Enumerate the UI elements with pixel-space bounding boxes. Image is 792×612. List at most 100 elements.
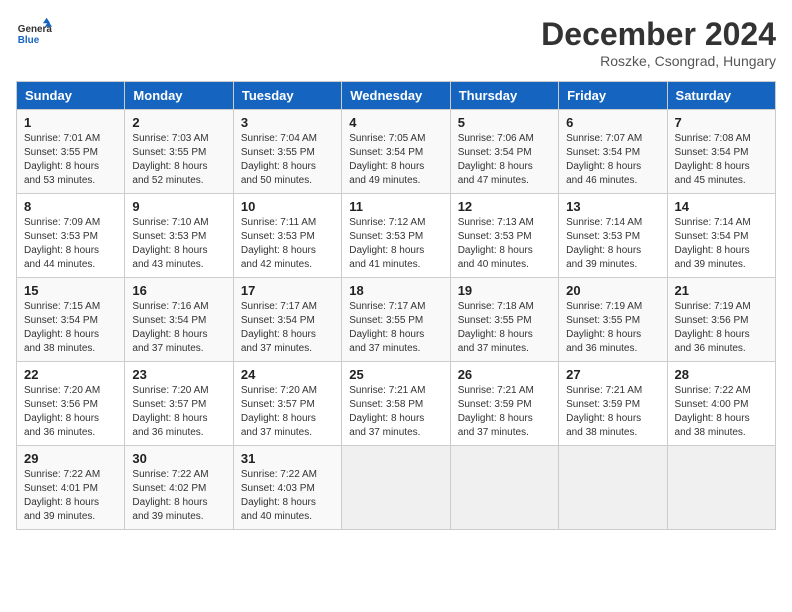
day-number: 24 bbox=[241, 367, 334, 382]
weekday-header-saturday: Saturday bbox=[667, 82, 775, 110]
day-number: 5 bbox=[458, 115, 551, 130]
calendar-cell: 3 Sunrise: 7:04 AMSunset: 3:55 PMDayligh… bbox=[233, 110, 341, 194]
weekday-header-thursday: Thursday bbox=[450, 82, 558, 110]
calendar-cell: 15 Sunrise: 7:15 AMSunset: 3:54 PMDaylig… bbox=[17, 278, 125, 362]
calendar-cell: 1 Sunrise: 7:01 AMSunset: 3:55 PMDayligh… bbox=[17, 110, 125, 194]
calendar-week-3: 15 Sunrise: 7:15 AMSunset: 3:54 PMDaylig… bbox=[17, 278, 776, 362]
cell-info: Sunrise: 7:17 AMSunset: 3:54 PMDaylight:… bbox=[241, 301, 317, 354]
day-number: 14 bbox=[675, 199, 768, 214]
cell-info: Sunrise: 7:22 AMSunset: 4:02 PMDaylight:… bbox=[132, 469, 208, 522]
calendar-cell: 29 Sunrise: 7:22 AMSunset: 4:01 PMDaylig… bbox=[17, 446, 125, 530]
calendar-cell: 11 Sunrise: 7:12 AMSunset: 3:53 PMDaylig… bbox=[342, 194, 450, 278]
calendar-cell: 20 Sunrise: 7:19 AMSunset: 3:55 PMDaylig… bbox=[559, 278, 667, 362]
calendar-cell: 8 Sunrise: 7:09 AMSunset: 3:53 PMDayligh… bbox=[17, 194, 125, 278]
calendar-cell: 21 Sunrise: 7:19 AMSunset: 3:56 PMDaylig… bbox=[667, 278, 775, 362]
page-header: General Blue December 2024 Roszke, Csong… bbox=[16, 16, 776, 69]
day-number: 30 bbox=[132, 451, 225, 466]
calendar-week-4: 22 Sunrise: 7:20 AMSunset: 3:56 PMDaylig… bbox=[17, 362, 776, 446]
cell-info: Sunrise: 7:18 AMSunset: 3:55 PMDaylight:… bbox=[458, 301, 534, 354]
weekday-header-tuesday: Tuesday bbox=[233, 82, 341, 110]
day-number: 9 bbox=[132, 199, 225, 214]
calendar-week-2: 8 Sunrise: 7:09 AMSunset: 3:53 PMDayligh… bbox=[17, 194, 776, 278]
calendar-cell: 24 Sunrise: 7:20 AMSunset: 3:57 PMDaylig… bbox=[233, 362, 341, 446]
day-number: 6 bbox=[566, 115, 659, 130]
calendar-week-5: 29 Sunrise: 7:22 AMSunset: 4:01 PMDaylig… bbox=[17, 446, 776, 530]
cell-info: Sunrise: 7:22 AMSunset: 4:00 PMDaylight:… bbox=[675, 385, 751, 438]
calendar-cell: 4 Sunrise: 7:05 AMSunset: 3:54 PMDayligh… bbox=[342, 110, 450, 194]
day-number: 20 bbox=[566, 283, 659, 298]
day-number: 18 bbox=[349, 283, 442, 298]
cell-info: Sunrise: 7:22 AMSunset: 4:03 PMDaylight:… bbox=[241, 469, 317, 522]
day-number: 25 bbox=[349, 367, 442, 382]
month-title: December 2024 bbox=[541, 16, 776, 53]
day-number: 27 bbox=[566, 367, 659, 382]
calendar-cell bbox=[559, 446, 667, 530]
day-number: 3 bbox=[241, 115, 334, 130]
cell-info: Sunrise: 7:11 AMSunset: 3:53 PMDaylight:… bbox=[241, 217, 316, 270]
day-number: 19 bbox=[458, 283, 551, 298]
cell-info: Sunrise: 7:21 AMSunset: 3:59 PMDaylight:… bbox=[566, 385, 642, 438]
calendar-cell: 6 Sunrise: 7:07 AMSunset: 3:54 PMDayligh… bbox=[559, 110, 667, 194]
logo: General Blue bbox=[16, 16, 52, 52]
cell-info: Sunrise: 7:08 AMSunset: 3:54 PMDaylight:… bbox=[675, 133, 751, 186]
cell-info: Sunrise: 7:21 AMSunset: 3:58 PMDaylight:… bbox=[349, 385, 425, 438]
day-number: 22 bbox=[24, 367, 117, 382]
day-number: 12 bbox=[458, 199, 551, 214]
cell-info: Sunrise: 7:17 AMSunset: 3:55 PMDaylight:… bbox=[349, 301, 425, 354]
calendar-cell: 17 Sunrise: 7:17 AMSunset: 3:54 PMDaylig… bbox=[233, 278, 341, 362]
cell-info: Sunrise: 7:06 AMSunset: 3:54 PMDaylight:… bbox=[458, 133, 534, 186]
day-number: 31 bbox=[241, 451, 334, 466]
day-number: 21 bbox=[675, 283, 768, 298]
cell-info: Sunrise: 7:21 AMSunset: 3:59 PMDaylight:… bbox=[458, 385, 534, 438]
weekday-header-row: SundayMondayTuesdayWednesdayThursdayFrid… bbox=[17, 82, 776, 110]
day-number: 1 bbox=[24, 115, 117, 130]
calendar-cell: 31 Sunrise: 7:22 AMSunset: 4:03 PMDaylig… bbox=[233, 446, 341, 530]
calendar-cell: 5 Sunrise: 7:06 AMSunset: 3:54 PMDayligh… bbox=[450, 110, 558, 194]
calendar-cell: 13 Sunrise: 7:14 AMSunset: 3:53 PMDaylig… bbox=[559, 194, 667, 278]
calendar-cell: 23 Sunrise: 7:20 AMSunset: 3:57 PMDaylig… bbox=[125, 362, 233, 446]
cell-info: Sunrise: 7:03 AMSunset: 3:55 PMDaylight:… bbox=[132, 133, 208, 186]
cell-info: Sunrise: 7:22 AMSunset: 4:01 PMDaylight:… bbox=[24, 469, 100, 522]
location: Roszke, Csongrad, Hungary bbox=[541, 53, 776, 69]
calendar-cell bbox=[450, 446, 558, 530]
cell-info: Sunrise: 7:19 AMSunset: 3:56 PMDaylight:… bbox=[675, 301, 751, 354]
calendar-cell: 25 Sunrise: 7:21 AMSunset: 3:58 PMDaylig… bbox=[342, 362, 450, 446]
calendar-cell bbox=[342, 446, 450, 530]
cell-info: Sunrise: 7:07 AMSunset: 3:54 PMDaylight:… bbox=[566, 133, 642, 186]
calendar-cell bbox=[667, 446, 775, 530]
day-number: 8 bbox=[24, 199, 117, 214]
calendar-cell: 16 Sunrise: 7:16 AMSunset: 3:54 PMDaylig… bbox=[125, 278, 233, 362]
weekday-header-wednesday: Wednesday bbox=[342, 82, 450, 110]
cell-info: Sunrise: 7:12 AMSunset: 3:53 PMDaylight:… bbox=[349, 217, 425, 270]
cell-info: Sunrise: 7:04 AMSunset: 3:55 PMDaylight:… bbox=[241, 133, 317, 186]
cell-info: Sunrise: 7:20 AMSunset: 3:57 PMDaylight:… bbox=[132, 385, 208, 438]
day-number: 15 bbox=[24, 283, 117, 298]
cell-info: Sunrise: 7:09 AMSunset: 3:53 PMDaylight:… bbox=[24, 217, 100, 270]
cell-info: Sunrise: 7:15 AMSunset: 3:54 PMDaylight:… bbox=[24, 301, 100, 354]
cell-info: Sunrise: 7:14 AMSunset: 3:53 PMDaylight:… bbox=[566, 217, 642, 270]
cell-info: Sunrise: 7:13 AMSunset: 3:53 PMDaylight:… bbox=[458, 217, 534, 270]
calendar-cell: 7 Sunrise: 7:08 AMSunset: 3:54 PMDayligh… bbox=[667, 110, 775, 194]
svg-text:Blue: Blue bbox=[18, 35, 40, 46]
day-number: 4 bbox=[349, 115, 442, 130]
calendar-cell: 10 Sunrise: 7:11 AMSunset: 3:53 PMDaylig… bbox=[233, 194, 341, 278]
cell-info: Sunrise: 7:05 AMSunset: 3:54 PMDaylight:… bbox=[349, 133, 425, 186]
day-number: 17 bbox=[241, 283, 334, 298]
weekday-header-monday: Monday bbox=[125, 82, 233, 110]
day-number: 7 bbox=[675, 115, 768, 130]
calendar-cell: 30 Sunrise: 7:22 AMSunset: 4:02 PMDaylig… bbox=[125, 446, 233, 530]
calendar-cell: 2 Sunrise: 7:03 AMSunset: 3:55 PMDayligh… bbox=[125, 110, 233, 194]
calendar-week-1: 1 Sunrise: 7:01 AMSunset: 3:55 PMDayligh… bbox=[17, 110, 776, 194]
day-number: 28 bbox=[675, 367, 768, 382]
cell-info: Sunrise: 7:14 AMSunset: 3:54 PMDaylight:… bbox=[675, 217, 751, 270]
title-block: December 2024 Roszke, Csongrad, Hungary bbox=[541, 16, 776, 69]
day-number: 13 bbox=[566, 199, 659, 214]
cell-info: Sunrise: 7:20 AMSunset: 3:57 PMDaylight:… bbox=[241, 385, 317, 438]
weekday-header-friday: Friday bbox=[559, 82, 667, 110]
calendar-cell: 28 Sunrise: 7:22 AMSunset: 4:00 PMDaylig… bbox=[667, 362, 775, 446]
calendar-cell: 12 Sunrise: 7:13 AMSunset: 3:53 PMDaylig… bbox=[450, 194, 558, 278]
calendar-cell: 14 Sunrise: 7:14 AMSunset: 3:54 PMDaylig… bbox=[667, 194, 775, 278]
calendar-cell: 27 Sunrise: 7:21 AMSunset: 3:59 PMDaylig… bbox=[559, 362, 667, 446]
cell-info: Sunrise: 7:19 AMSunset: 3:55 PMDaylight:… bbox=[566, 301, 642, 354]
day-number: 23 bbox=[132, 367, 225, 382]
